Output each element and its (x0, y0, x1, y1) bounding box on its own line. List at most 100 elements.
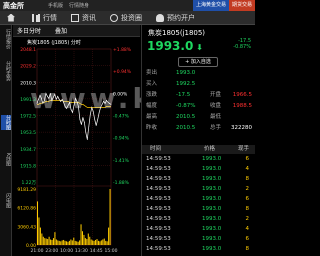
quote-key-2: 开盘 (210, 92, 222, 98)
volume-bar (95, 239, 97, 245)
nav-news[interactable]: 资讯 (64, 11, 103, 25)
quote-value: 1993.0 (176, 70, 196, 76)
trade-time: 14:59:53 (146, 226, 171, 232)
tab-gold-exchange[interactable]: 上海黄金交易 (192, 0, 229, 11)
quote-key-2: 收盘 (210, 103, 222, 109)
volume-bar (38, 217, 40, 245)
col-volume: 现手 (237, 146, 249, 152)
bars-icon (32, 13, 40, 22)
nav-community[interactable]: 投资圈 (103, 11, 149, 25)
trade-price: 1993.0 (202, 166, 222, 172)
tab-futures[interactable]: 期货交易 (228, 0, 255, 11)
quote-row: 涨跌 -17.5 开盘 1966.5 (146, 91, 252, 100)
price-point (86, 139, 88, 140)
x-tick-label: 14:45 (90, 248, 103, 254)
trade-volume: 6 (245, 236, 250, 242)
y-pct-label: -1.41% (113, 158, 130, 164)
volume-bar (44, 238, 46, 245)
col-price: 价格 (204, 146, 216, 152)
sidebar-item-timeshare[interactable]: 分时图 (1, 115, 11, 130)
volume-bar (41, 233, 43, 245)
y-pct-label: +1.88% (113, 47, 132, 53)
volume-bar (84, 238, 86, 245)
trade-volume: 2 (245, 186, 250, 192)
quote-value: -17.5 (176, 92, 191, 98)
trade-row: 14:59:53 1993.0 6 (142, 154, 255, 164)
trade-time: 14:59:53 (146, 216, 171, 222)
period-select[interactable]: 多日分时 (17, 26, 41, 35)
trade-volume: 8 (245, 176, 250, 182)
volume-bar (105, 240, 107, 245)
price-point (82, 117, 84, 118)
col-time: 时间 (150, 146, 162, 152)
volume-bar (96, 239, 98, 245)
nav-open-account[interactable]: 预约开户 (149, 11, 202, 25)
x-tick-label: 23:00 (45, 248, 58, 254)
volume-bar (64, 240, 66, 245)
quote-key: 卖出 (146, 70, 158, 76)
trade-price: 1993.0 (202, 176, 222, 182)
sidebar-item-flash[interactable]: 闪电图 (1, 193, 11, 208)
trade-volume: 8 (245, 206, 250, 212)
volume-bar (37, 201, 39, 245)
quote-value: 2010.5 (176, 114, 196, 120)
trade-volume: 4 (245, 166, 250, 172)
quote-value-2: 1988.5 (232, 103, 252, 109)
trade-row: 14:59:53 1993.0 2 (142, 184, 255, 194)
trade-volume: 8 (245, 246, 250, 252)
price-point (81, 124, 82, 125)
volume-bar (74, 240, 76, 245)
trade-volume: 6 (245, 156, 250, 162)
site-logo[interactable]: 高金所 (0, 1, 48, 11)
volume-bar (57, 240, 59, 245)
change-percent: -0.87% (233, 44, 251, 50)
volume-bar (55, 239, 57, 245)
trade-time: 14:59:53 (146, 176, 171, 182)
volume-bar (66, 241, 68, 245)
trade-price: 1993.0 (202, 216, 222, 222)
trade-time: 14:59:53 (146, 196, 171, 202)
sidebar-item-trend[interactable]: 分时走势 (1, 61, 11, 81)
quotes-mobile-link[interactable]: 行情随身 (69, 2, 89, 9)
news-icon (71, 13, 79, 22)
quote-key: 涨跌 (146, 92, 158, 98)
nav-open-account-label: 预约开户 (167, 13, 195, 22)
mobile-version-link[interactable]: 手机版 (48, 2, 63, 9)
nav-quotes[interactable]: 行情 (25, 11, 64, 25)
trade-price: 1993.0 (202, 246, 222, 252)
price-point (84, 122, 85, 123)
nav-quotes-label: 行情 (43, 13, 57, 22)
quote-key: 最高 (146, 114, 158, 120)
nav-home[interactable] (0, 11, 25, 25)
volume-bar (100, 240, 102, 245)
quote-row: 卖出 1993.0 (146, 69, 252, 78)
sidebar-item-kline[interactable]: K线图 (1, 153, 11, 166)
y-pct-label: +0.94% (113, 69, 132, 75)
volume-bar (54, 232, 56, 245)
volume-bar (47, 239, 49, 245)
volume-bar (87, 233, 89, 245)
price-point (94, 119, 96, 120)
overlay-button[interactable]: 叠加 (55, 26, 67, 35)
quote-value: 2010.5 (176, 125, 196, 131)
trade-row: 14:59:53 1993.0 2 (142, 214, 255, 224)
price-point (85, 132, 87, 133)
quote-key-2: 总手 (210, 125, 222, 131)
sidebar-item-quotes[interactable]: 行情报价 (1, 29, 11, 49)
add-favorite-button[interactable]: + 加入自选 (178, 57, 218, 67)
quote-row: 最高 2010.5 最低 (146, 113, 252, 122)
volume-bar (68, 240, 70, 245)
trade-price: 1993.0 (202, 206, 222, 212)
volume-bar (71, 240, 73, 245)
volume-bar (83, 234, 85, 245)
price-change: -17.5 -0.87% (233, 38, 251, 50)
y-tick-label: 1934.7 (20, 147, 36, 153)
volume-tick-label: 3060.43 (17, 224, 36, 230)
volume-bar (108, 227, 110, 245)
trades-header: 时间 价格 现手 (142, 145, 255, 154)
price-chart[interactable]: 焦炭1805 (j1805) 分时 2048.12029.22010.31991… (13, 37, 140, 256)
trade-row: 14:59:53 1993.0 6 (142, 194, 255, 204)
volume-bar (42, 236, 44, 245)
y-tick-label: 2048.1 (20, 47, 36, 53)
top-right-tabs: 上海黄金交易 期货交易 (192, 0, 255, 11)
